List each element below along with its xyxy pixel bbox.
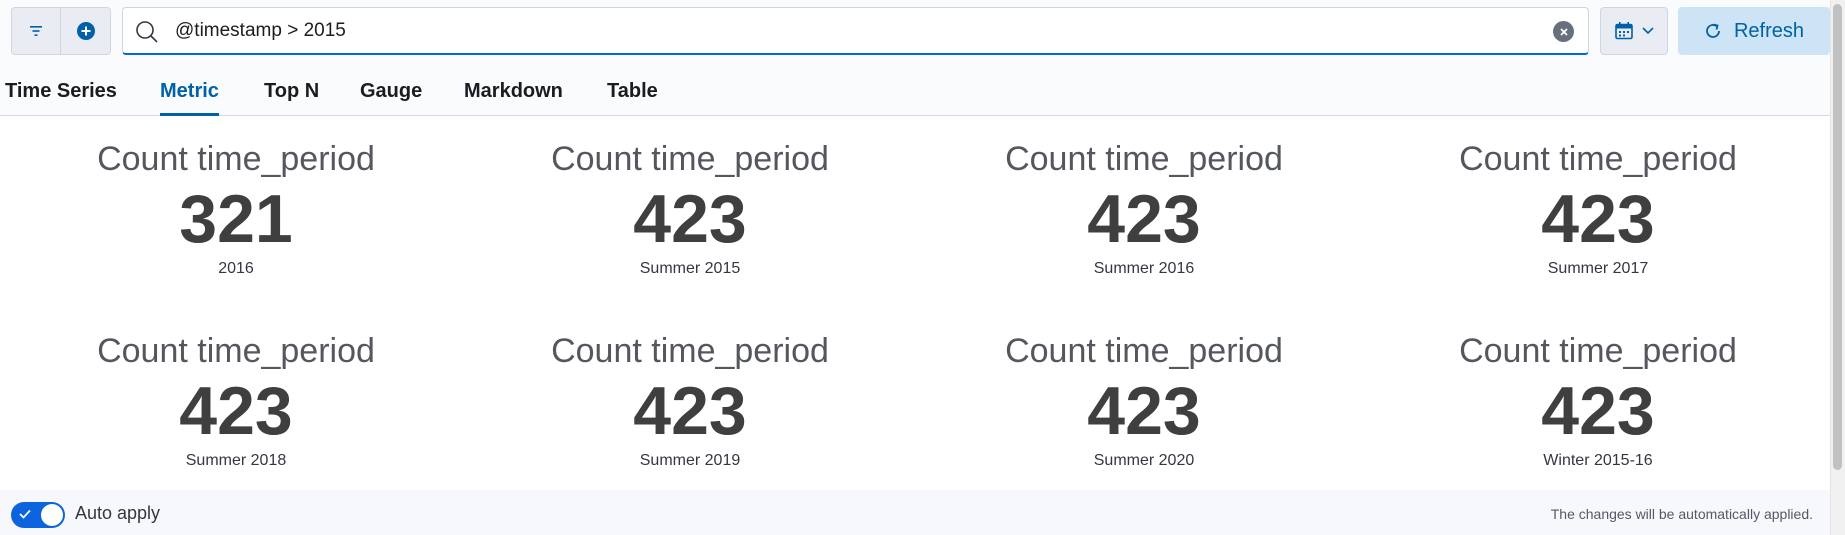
metric-panel: Count time_period 423 Summer 2018 <box>9 331 463 481</box>
metric-value: 423 <box>1541 373 1655 449</box>
metric-label: 2016 <box>218 260 254 277</box>
query-bar: Refresh <box>0 0 1830 60</box>
metric-value: 423 <box>633 373 747 449</box>
check-icon <box>19 509 31 519</box>
date-picker-button[interactable] <box>1600 7 1668 55</box>
clear-query-button[interactable] <box>1553 21 1574 42</box>
metric-title: Count time_period <box>97 332 375 370</box>
calendar-icon <box>1615 22 1633 40</box>
metric-panel: Count time_period 423 Summer 2020 <box>917 331 1371 481</box>
metric-label: Summer 2020 <box>1093 452 1195 469</box>
query-input[interactable] <box>175 17 1495 45</box>
metric-title: Count time_period <box>1459 140 1737 178</box>
metric-label: Summer 2019 <box>639 452 741 469</box>
app-root: Refresh Time Series Metric Top N Gauge M… <box>0 0 1845 535</box>
tab-top-n[interactable]: Top N <box>264 60 319 116</box>
metric-value: 423 <box>1087 181 1201 257</box>
metric-panel: Count time_period 423 Winter 2015-16 <box>1371 331 1825 481</box>
metric-label: Summer 2016 <box>1093 260 1195 277</box>
metric-panel: Count time_period 423 Summer 2019 <box>463 331 917 481</box>
metric-title: Count time_period <box>1459 332 1737 370</box>
filter-button-group <box>11 7 111 55</box>
clear-icon <box>1559 27 1568 36</box>
auto-apply-message: The changes will be automatically applie… <box>1550 506 1813 522</box>
tab-time-series[interactable]: Time Series <box>5 60 117 116</box>
metric-panel: Count time_period 423 Summer 2016 <box>917 139 1371 289</box>
footer-bar: Auto apply The changes will be automatic… <box>0 490 1830 535</box>
metric-panel: Count time_period 423 Summer 2017 <box>1371 139 1825 289</box>
add-filter-button[interactable] <box>61 8 110 54</box>
vertical-scrollbar[interactable] <box>1830 0 1845 535</box>
refresh-button[interactable]: Refresh <box>1678 7 1830 55</box>
plus-circle-icon <box>76 22 95 40</box>
metric-label: Summer 2015 <box>639 260 741 277</box>
metric-label: Summer 2018 <box>185 452 287 469</box>
metric-value: 423 <box>179 373 293 449</box>
metric-value: 423 <box>1087 373 1201 449</box>
auto-apply-label: Auto apply <box>75 503 161 523</box>
tab-metric[interactable]: Metric <box>160 60 219 116</box>
metric-title: Count time_period <box>1005 140 1283 178</box>
refresh-label: Refresh <box>1733 19 1805 42</box>
metric-panel: Count time_period 321 2016 <box>9 139 463 289</box>
metric-value: 423 <box>1541 181 1655 257</box>
metric-title: Count time_period <box>551 140 829 178</box>
search-icon <box>136 21 158 43</box>
tab-markdown[interactable]: Markdown <box>464 60 563 116</box>
visualization-tabs: Time Series Metric Top N Gauge Markdown … <box>0 60 1830 116</box>
chevron-down-icon <box>1642 27 1654 35</box>
metric-value: 423 <box>633 181 747 257</box>
metric-panel: Count time_period 423 Summer 2015 <box>463 139 917 289</box>
metric-value: 321 <box>179 181 293 257</box>
metric-title: Count time_period <box>551 332 829 370</box>
toggle-knob <box>41 504 63 526</box>
filter-icon <box>30 26 42 36</box>
refresh-icon <box>1706 23 1720 38</box>
metric-label: Summer 2017 <box>1547 260 1649 277</box>
metric-label: Winter 2015-16 <box>1543 452 1653 469</box>
query-search-bar <box>122 7 1589 55</box>
tab-table[interactable]: Table <box>607 60 658 116</box>
tab-gauge[interactable]: Gauge <box>360 60 422 116</box>
scrollbar-thumb[interactable] <box>1833 4 1842 470</box>
metric-title: Count time_period <box>1005 332 1283 370</box>
metric-title: Count time_period <box>97 140 375 178</box>
filter-menu-button[interactable] <box>12 8 62 54</box>
auto-apply-toggle[interactable] <box>11 502 65 528</box>
